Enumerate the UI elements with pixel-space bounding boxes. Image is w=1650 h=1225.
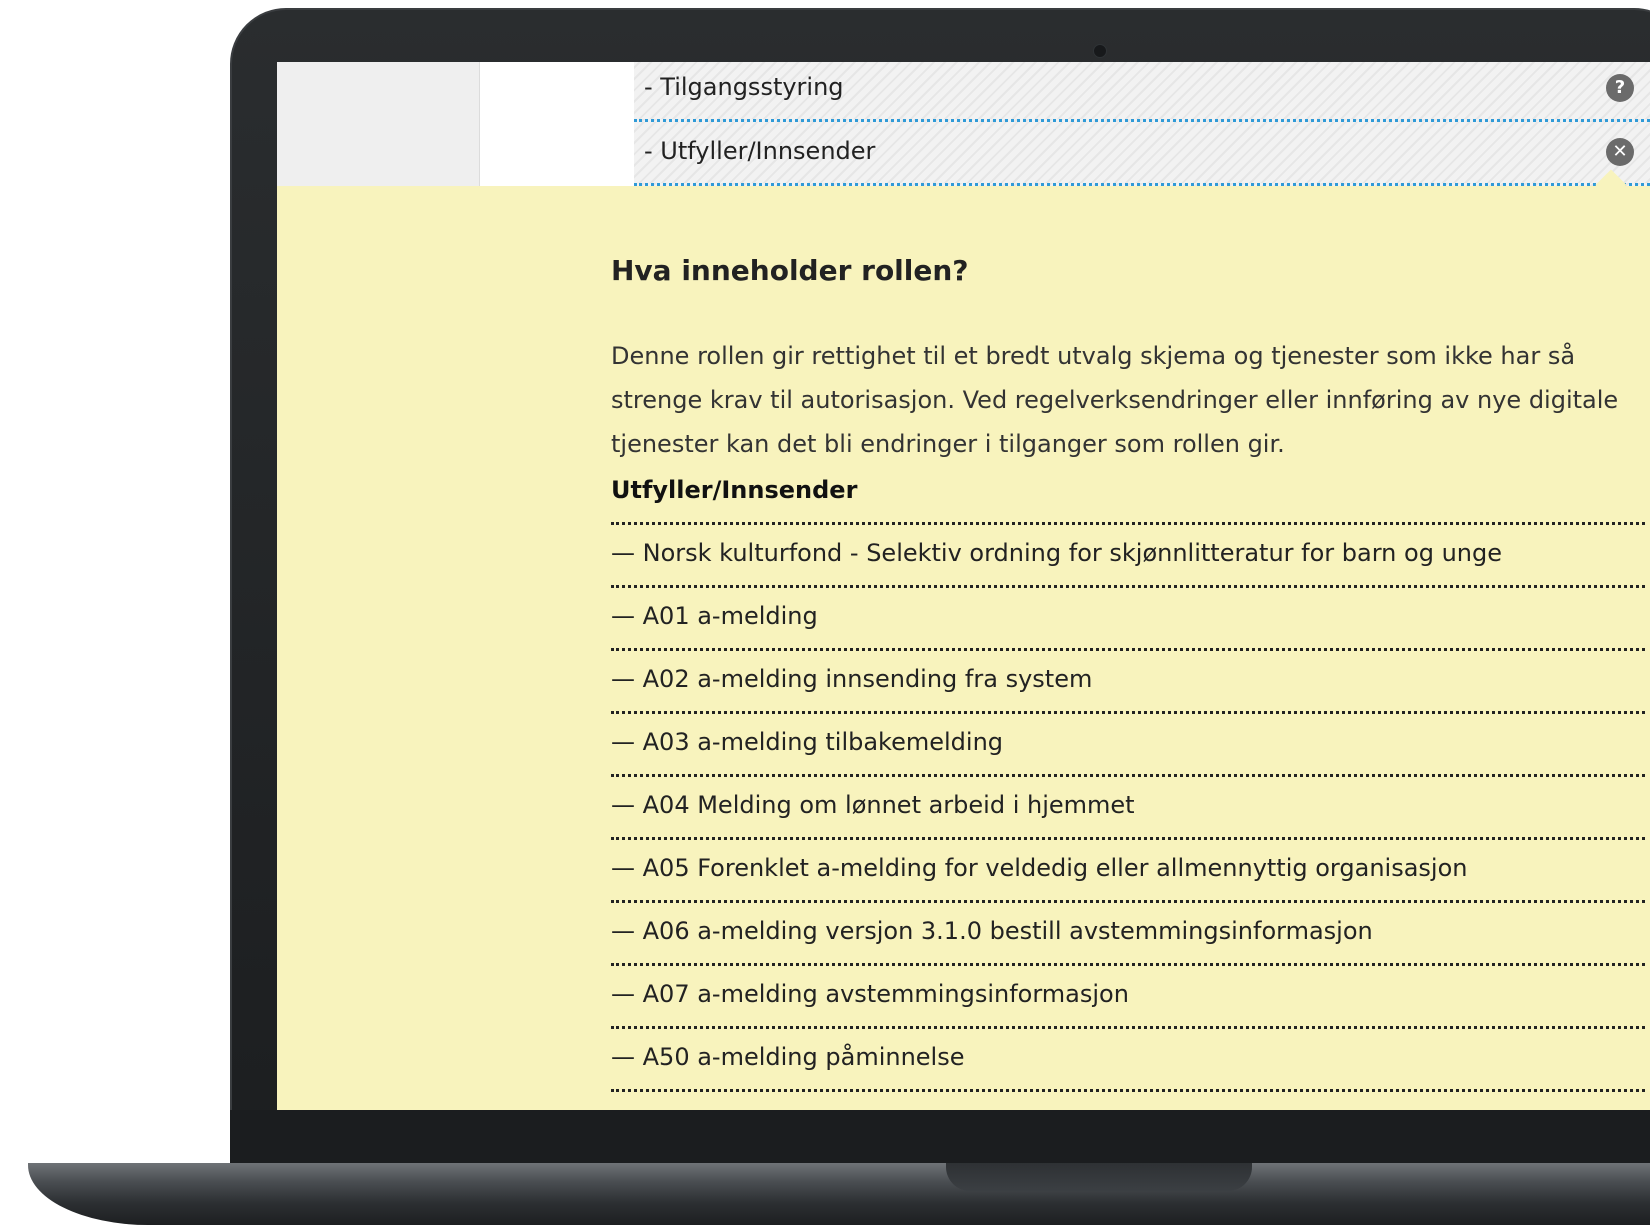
list-item: — A01 a-melding (611, 588, 1645, 651)
role-row-utfyller-innsender[interactable]: - Utfyller/Innsender ✕ (634, 122, 1650, 186)
list-item: — A04 Melding om lønnet arbeid i hjemmet (611, 777, 1645, 840)
role-info-panel: Hva inneholder rollen? Denne rollen gir … (277, 186, 1650, 1110)
role-selection-area: - Tilgangsstyring ? - Utfyller/Innsender… (277, 62, 1650, 186)
service-list: — Norsk kulturfond - Selektiv ordning fo… (611, 522, 1645, 1092)
laptop-bezel-bottom (230, 1110, 1650, 1168)
list-item: — A02 a-melding innsending fra system (611, 651, 1645, 714)
screen: - Tilgangsstyring ? - Utfyller/Innsender… (277, 62, 1650, 1110)
panel-title: Hva inneholder rollen? (611, 254, 969, 287)
laptop-base (28, 1163, 1650, 1225)
help-icon[interactable]: ? (1606, 74, 1634, 102)
list-item: — A06 a-melding versjon 3.1.0 bestill av… (611, 903, 1645, 966)
sidebar (277, 62, 480, 186)
list-item: — Norsk kulturfond - Selektiv ordning fo… (611, 525, 1645, 588)
close-icon[interactable]: ✕ (1606, 138, 1634, 166)
service-group-title: Utfyller/Innsender (611, 476, 858, 504)
list-item: — A05 Forenklet a-melding for veldedig e… (611, 840, 1645, 903)
list-item: — A03 a-melding tilbakemelding (611, 714, 1645, 777)
list-item: — A50 a-melding påminnelse (611, 1029, 1645, 1092)
camera-icon (1093, 44, 1107, 58)
role-label: - Utfyller/Innsender (644, 137, 876, 165)
laptop-notch (946, 1163, 1252, 1191)
role-row-tilgangsstyring[interactable]: - Tilgangsstyring ? (634, 62, 1650, 122)
list-item: — A07 a-melding avstemmingsinformasjon (611, 966, 1645, 1029)
panel-description: Denne rollen gir rettighet til et bredt … (611, 342, 1619, 458)
role-label: - Tilgangsstyring (644, 73, 844, 101)
